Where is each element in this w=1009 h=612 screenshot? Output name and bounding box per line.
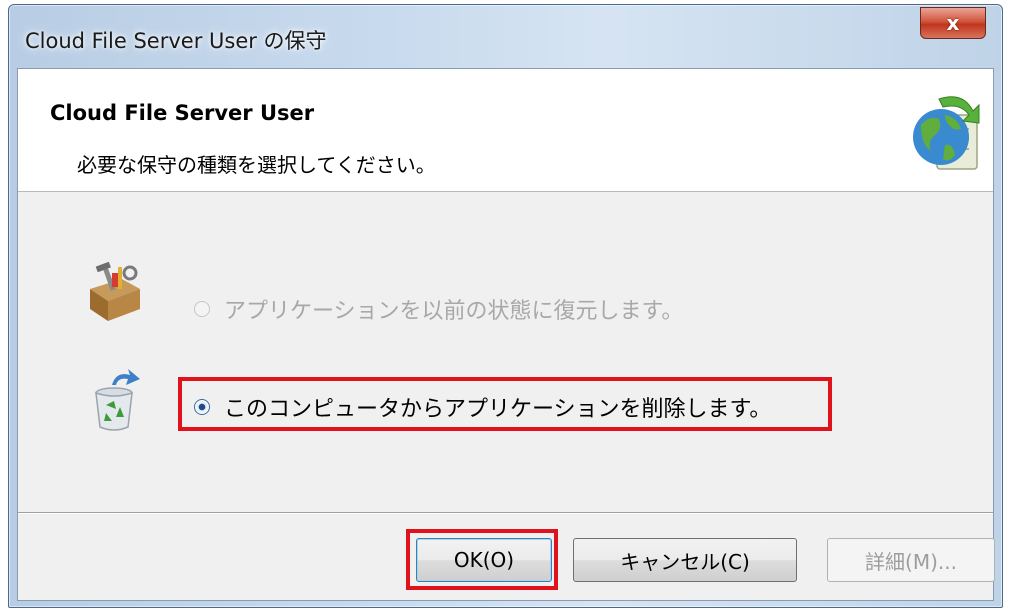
remove-option-highlight <box>178 377 832 431</box>
globe-package-icon <box>913 96 980 170</box>
recycle-bin-icon <box>95 369 140 431</box>
product-title: Cloud File Server User <box>50 101 315 125</box>
dialog-client-area: Cloud File Server User 必要な保守の種類を選択してください… <box>17 68 995 601</box>
ok-button-highlight <box>406 529 558 590</box>
close-icon: x <box>946 11 960 35</box>
cancel-button[interactable]: キャンセル(C) <box>573 538 797 582</box>
details-button[interactable]: 詳細(M)... <box>827 538 995 582</box>
window-title: Cloud File Server User の保守 <box>25 29 327 53</box>
close-button[interactable]: x <box>920 7 986 39</box>
dialog-header: Cloud File Server User 必要な保守の種類を選択してください… <box>18 69 993 192</box>
option-restore[interactable]: アプリケーションを以前の状態に復元します。 <box>194 293 683 325</box>
footer-divider <box>18 512 993 514</box>
restore-radio[interactable] <box>194 301 210 317</box>
maintenance-dialog: Cloud File Server User の保守 x Cloud File … <box>8 4 1003 608</box>
restore-option-label: アプリケーションを以前の状態に復元します。 <box>224 299 684 324</box>
title-bar[interactable]: Cloud File Server User の保守 x <box>9 5 1002 69</box>
instruction-text: 必要な保守の種類を選択してください。 <box>77 153 436 177</box>
toolbox-icon <box>90 261 140 321</box>
